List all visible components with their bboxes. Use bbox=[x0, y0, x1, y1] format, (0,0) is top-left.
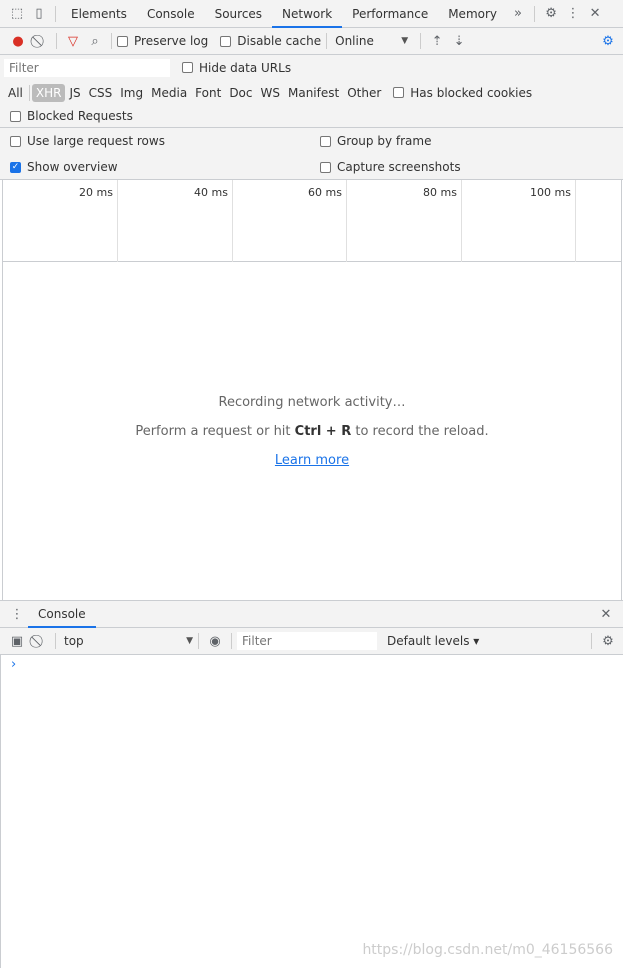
preserve-log-checkbox[interactable]: Preserve log bbox=[117, 34, 208, 48]
filter-icon[interactable]: ▽ bbox=[62, 30, 84, 52]
hide-data-urls-checkbox[interactable]: Hide data URLs bbox=[182, 61, 291, 75]
type-filter-all[interactable]: All bbox=[4, 84, 27, 102]
network-toolbar: ● ⃠ ▽ ⌕ Preserve log Disable cache Onlin… bbox=[0, 28, 623, 55]
timeline-tick: 20 ms bbox=[3, 180, 118, 262]
group-by-frame-checkbox[interactable]: Group by frame bbox=[320, 134, 431, 148]
main-toolbar: ⬚ ▯ Elements Console Sources Network Per… bbox=[0, 0, 623, 28]
prompt-chevron-icon: › bbox=[11, 657, 17, 672]
tab-console[interactable]: Console bbox=[137, 0, 205, 28]
overview-timeline[interactable]: 20 ms 40 ms 60 ms 80 ms 100 ms bbox=[2, 180, 622, 262]
timeline-tick: 100 ms bbox=[462, 180, 576, 262]
console-toolbar: ▣ ⃠ top▼ ◉ Default levels ▾ ⚙ bbox=[0, 628, 623, 655]
show-overview-checkbox[interactable]: ✓ Show overview bbox=[10, 160, 320, 174]
inspect-element-icon[interactable]: ⬚ bbox=[6, 3, 28, 25]
type-filter-manifest[interactable]: Manifest bbox=[284, 84, 343, 102]
console-output[interactable]: › bbox=[0, 655, 623, 968]
timeline-tick: 60 ms bbox=[233, 180, 347, 262]
sidebar-toggle-icon[interactable]: ▣ bbox=[6, 630, 28, 652]
type-filter-img[interactable]: Img bbox=[116, 84, 147, 102]
check-icon: ✓ bbox=[10, 161, 21, 173]
clear-console-icon[interactable]: ⃠ bbox=[28, 630, 50, 652]
type-filter-xhr[interactable]: XHR bbox=[31, 83, 66, 102]
type-filter-font[interactable]: Font bbox=[191, 84, 225, 102]
timeline-tick: 80 ms bbox=[347, 180, 462, 262]
eye-icon[interactable]: ◉ bbox=[204, 630, 226, 652]
drawer-header: ⋮ Console ✕ bbox=[0, 600, 623, 628]
watermark: https://blog.csdn.net/m0_46156566 bbox=[362, 942, 613, 958]
type-filter-js[interactable]: JS bbox=[65, 84, 84, 102]
timeline-tick: 40 ms bbox=[118, 180, 233, 262]
drawer-tab-console[interactable]: Console bbox=[28, 601, 96, 628]
context-select[interactable]: top ▼ bbox=[61, 634, 193, 648]
blocked-requests-checkbox[interactable]: Blocked Requests bbox=[10, 109, 133, 123]
network-settings-pane: Use large request rows Group by frame ✓ S… bbox=[0, 128, 623, 180]
reload-hint: Perform a request or hit Ctrl + R to rec… bbox=[135, 423, 489, 439]
filter-input[interactable] bbox=[4, 58, 170, 77]
type-filter-media[interactable]: Media bbox=[147, 84, 191, 102]
record-icon[interactable]: ● bbox=[7, 30, 29, 52]
dropdown-icon: ▼ bbox=[186, 636, 193, 646]
tab-memory[interactable]: Memory bbox=[438, 0, 507, 28]
has-blocked-cookies-checkbox[interactable]: Has blocked cookies bbox=[393, 86, 532, 100]
close-drawer-icon[interactable]: ✕ bbox=[595, 603, 617, 625]
network-empty-state: Recording network activity… Perform a re… bbox=[2, 262, 622, 600]
capture-screenshots-checkbox[interactable]: Capture screenshots bbox=[320, 160, 461, 174]
device-toolbar-icon[interactable]: ▯ bbox=[28, 3, 50, 25]
tab-sources[interactable]: Sources bbox=[205, 0, 272, 28]
export-har-icon[interactable]: ⇣ bbox=[448, 30, 470, 52]
import-har-icon[interactable]: ⇡ bbox=[426, 30, 448, 52]
more-tabs-icon[interactable]: » bbox=[507, 3, 529, 25]
kebab-menu-icon[interactable]: ⋮ bbox=[562, 3, 584, 25]
learn-more-link[interactable]: Learn more bbox=[275, 453, 349, 468]
close-icon[interactable]: ✕ bbox=[584, 3, 606, 25]
shortcut-keys: Ctrl + R bbox=[294, 423, 352, 439]
drawer-menu-icon[interactable]: ⋮ bbox=[6, 603, 28, 625]
type-filter-other[interactable]: Other bbox=[343, 84, 385, 102]
gear-icon[interactable]: ⚙ bbox=[540, 3, 562, 25]
log-levels-dropdown[interactable]: Default levels ▾ bbox=[387, 634, 479, 648]
type-filter-css[interactable]: CSS bbox=[85, 84, 117, 102]
console-settings-icon[interactable]: ⚙ bbox=[597, 630, 619, 652]
large-rows-checkbox[interactable]: Use large request rows bbox=[10, 134, 320, 148]
tab-performance[interactable]: Performance bbox=[342, 0, 438, 28]
disable-cache-checkbox[interactable]: Disable cache bbox=[220, 34, 321, 48]
type-filter-ws[interactable]: WS bbox=[257, 84, 284, 102]
dropdown-icon: ▼ bbox=[401, 36, 409, 46]
tab-network[interactable]: Network bbox=[272, 0, 343, 28]
type-filter-doc[interactable]: Doc bbox=[225, 84, 256, 102]
console-filter-input[interactable] bbox=[237, 632, 377, 650]
throttling-select[interactable]: Online ▼ bbox=[332, 34, 408, 48]
tab-elements[interactable]: Elements bbox=[61, 0, 137, 28]
clear-icon[interactable]: ⃠ bbox=[29, 30, 51, 52]
search-icon[interactable]: ⌕ bbox=[84, 30, 106, 52]
recording-message: Recording network activity… bbox=[218, 394, 406, 410]
network-settings-icon[interactable]: ⚙ bbox=[597, 30, 619, 52]
filter-bar: Hide data URLs All XHR JS CSS Img Media … bbox=[0, 55, 623, 128]
